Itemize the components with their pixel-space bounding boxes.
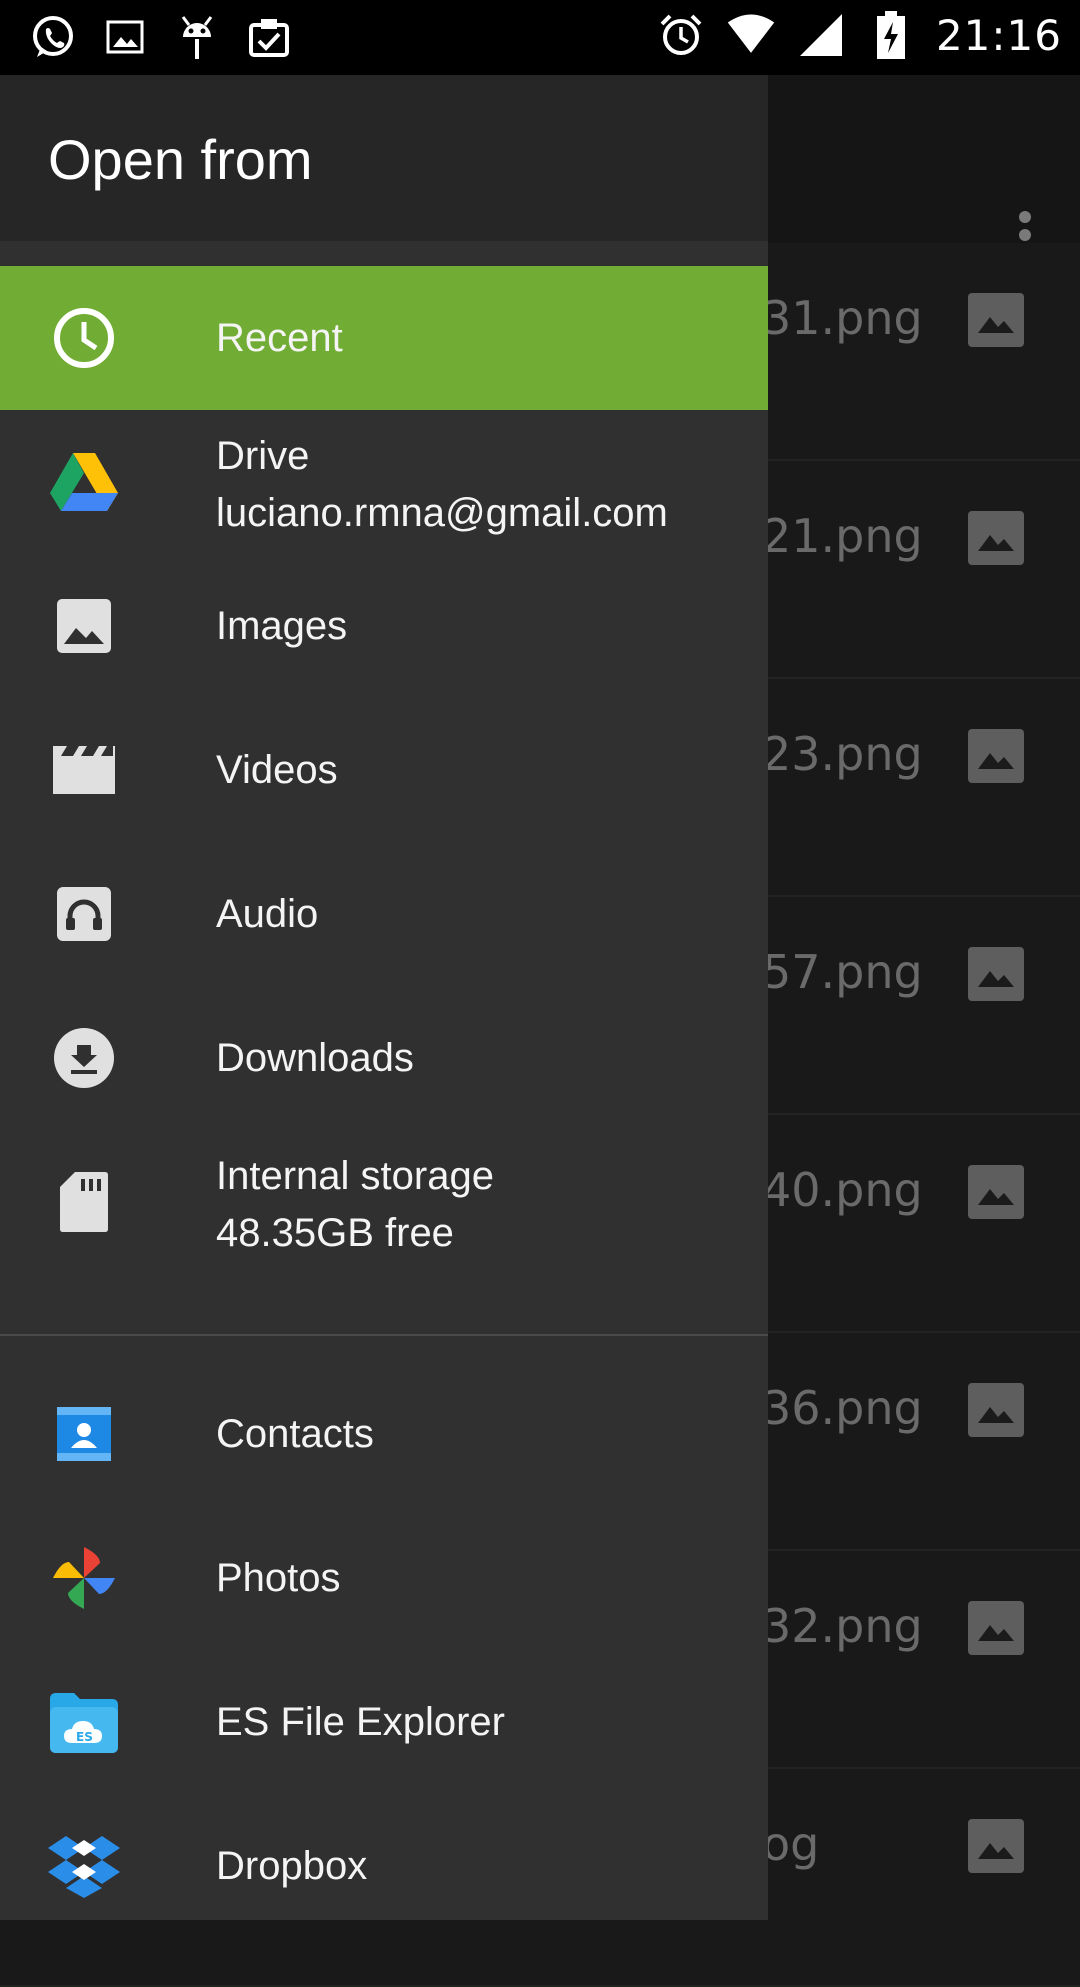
drawer-item-label: Photos [216,1556,341,1600]
file-name: 57.png [762,945,923,999]
image-thumbnail-icon [968,729,1024,783]
file-name: 40.png [762,1163,923,1217]
file-name: 21.png [762,509,923,563]
google-drive-icon [48,446,120,518]
system-icons: 21:16 [656,8,1062,62]
android-debug-icon [172,10,222,64]
signal-icon [796,8,846,62]
drawer-item-label: ES File Explorer [216,1700,505,1744]
drawer-item-label: Downloads [216,1036,414,1080]
drawer-item-label: Recent [216,316,343,360]
file-name: 32.png [762,1599,923,1653]
file-name: 31.png [762,291,923,345]
drawer-header: Open from [0,75,768,241]
headphones-icon [48,878,120,950]
whatsapp-icon [28,10,78,64]
clock-time: 21:16 [935,10,1062,60]
image-thumbnail-icon [968,1601,1024,1655]
image-icon [100,10,150,64]
drawer-item-label: Contacts [216,1412,374,1456]
drawer-item-label: Images [216,604,348,648]
drawer-item-label: Videos [216,748,338,792]
image-thumbnail-icon [968,1819,1024,1873]
file-name: 23.png [762,727,923,781]
file-name: 36.png [762,1381,923,1435]
svg-text:ES: ES [76,1730,93,1744]
alarm-icon [656,8,706,62]
drawer-item-contacts[interactable]: Contacts [0,1362,768,1506]
status-bar: 21:16 [0,0,1080,75]
drawer-item-downloads[interactable]: Downloads [0,986,768,1130]
drawer-divider [0,1334,768,1336]
drawer-item-es-file-explorer[interactable]: ES ES File Explorer [0,1650,768,1794]
clock-icon [48,302,120,374]
drawer-item-label: Dropbox [216,1844,368,1888]
image-icon [48,590,120,662]
drawer-item-sublabel: 48.35GB free [216,1211,454,1255]
drawer-item-sublabel: luciano.rmna@gmail.com [216,491,668,535]
drawer-item-internal-storage[interactable]: Internal storage 48.35GB free [0,1130,768,1274]
image-thumbnail-icon [968,511,1024,565]
file-name: og [762,1817,820,1871]
google-photos-icon [48,1542,120,1614]
open-from-drawer: Open from Recent Drive luciano.rmna@gmai… [0,75,768,1920]
wifi-icon [726,8,776,62]
image-thumbnail-icon [968,1383,1024,1437]
drawer-title: Open from [48,128,313,191]
image-thumbnail-icon [968,947,1024,1001]
dropbox-icon [48,1830,120,1902]
notification-icons [28,10,294,64]
drawer-item-drive[interactable]: Drive luciano.rmna@gmail.com [0,410,768,554]
drawer-item-images[interactable]: Images [0,554,768,698]
contacts-icon [48,1398,120,1470]
image-thumbnail-icon [968,293,1024,347]
es-file-explorer-icon: ES [48,1686,120,1758]
video-clapper-icon [48,734,120,806]
drawer-item-audio[interactable]: Audio [0,842,768,986]
drawer-item-videos[interactable]: Videos [0,698,768,842]
battery-charging-icon [866,8,916,62]
drawer-item-label: Internal storage [216,1154,494,1198]
drawer-item-recent[interactable]: Recent [0,266,768,410]
drawer-item-dropbox[interactable]: Dropbox [0,1794,768,1920]
drawer-item-label: Drive [216,434,310,478]
drawer-item-label: Audio [216,892,319,936]
image-thumbnail-icon [968,1165,1024,1219]
sd-card-icon [48,1166,120,1238]
drawer-item-photos[interactable]: Photos [0,1506,768,1650]
clipboard-check-icon [244,10,294,64]
download-icon [48,1022,120,1094]
